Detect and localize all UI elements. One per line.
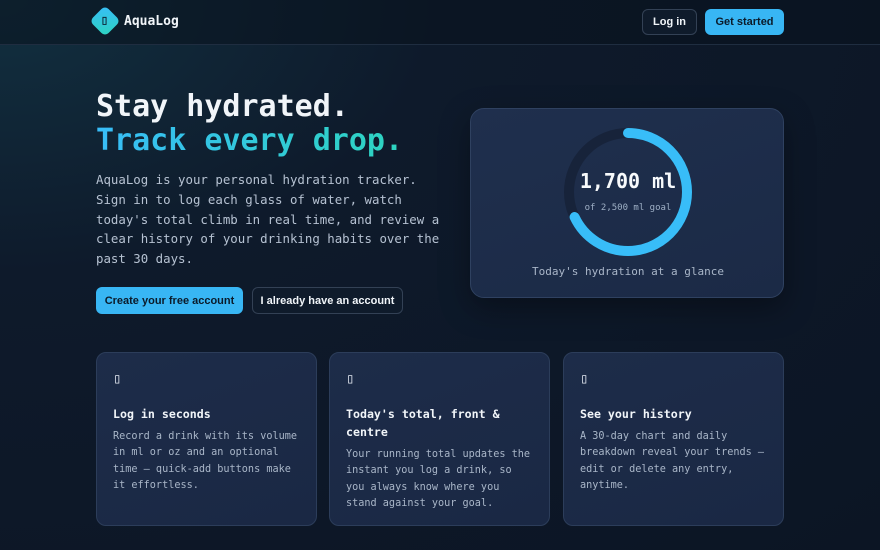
feature-card-log: ▯ Log in seconds Record a drink with its… — [96, 352, 317, 526]
chart-icon: ▯ — [580, 371, 589, 387]
create-account-button[interactable]: Create your free account — [96, 287, 243, 314]
login-button[interactable]: Log in — [642, 9, 697, 35]
brand[interactable]: ▯ AquaLog — [89, 5, 179, 37]
brand-name: AquaLog — [124, 13, 179, 29]
feature-title: Today's total, front & centre — [346, 407, 500, 439]
glance-caption: Today's hydration at a glance — [531, 265, 725, 278]
existing-account-button[interactable]: I already have an account — [252, 287, 403, 314]
daily-goal-text: of 2,500 ml goal — [584, 203, 672, 213]
feature-card-history: ▯ See your history A 30-day chart and da… — [563, 352, 784, 526]
water-drop-logo-icon: ▯ — [89, 5, 121, 37]
top-navbar: ▯ AquaLog Log in Get started — [0, 0, 880, 45]
hydration-glance-card: 1,700 ml of 2,500 ml goal Today's hydrat… — [470, 108, 784, 298]
feature-title: Log in seconds — [113, 407, 211, 421]
feature-card-total: ▯ Today's total, front & centre Your run… — [329, 352, 550, 526]
feature-body: Record a drink with its volume in ml or … — [113, 431, 298, 492]
feature-title: See your history — [580, 407, 692, 421]
hero-title: Stay hydrated. Track every drop. — [96, 90, 403, 158]
feature-body: A 30-day chart and daily breakdown revea… — [580, 431, 765, 492]
get-started-button[interactable]: Get started — [705, 9, 784, 35]
hero-title-line1: Stay hydrated. — [96, 89, 349, 124]
hero-description: AquaLog is your personal hydration track… — [96, 172, 440, 267]
today-total-value: 1,700 ml — [579, 169, 677, 193]
lightning-icon: ▯ — [113, 371, 122, 387]
feature-body: Your running total updates the instant y… — [346, 449, 531, 510]
drop-icon: ▯ — [346, 371, 355, 387]
hero-title-line2: Track every drop. — [96, 123, 404, 158]
